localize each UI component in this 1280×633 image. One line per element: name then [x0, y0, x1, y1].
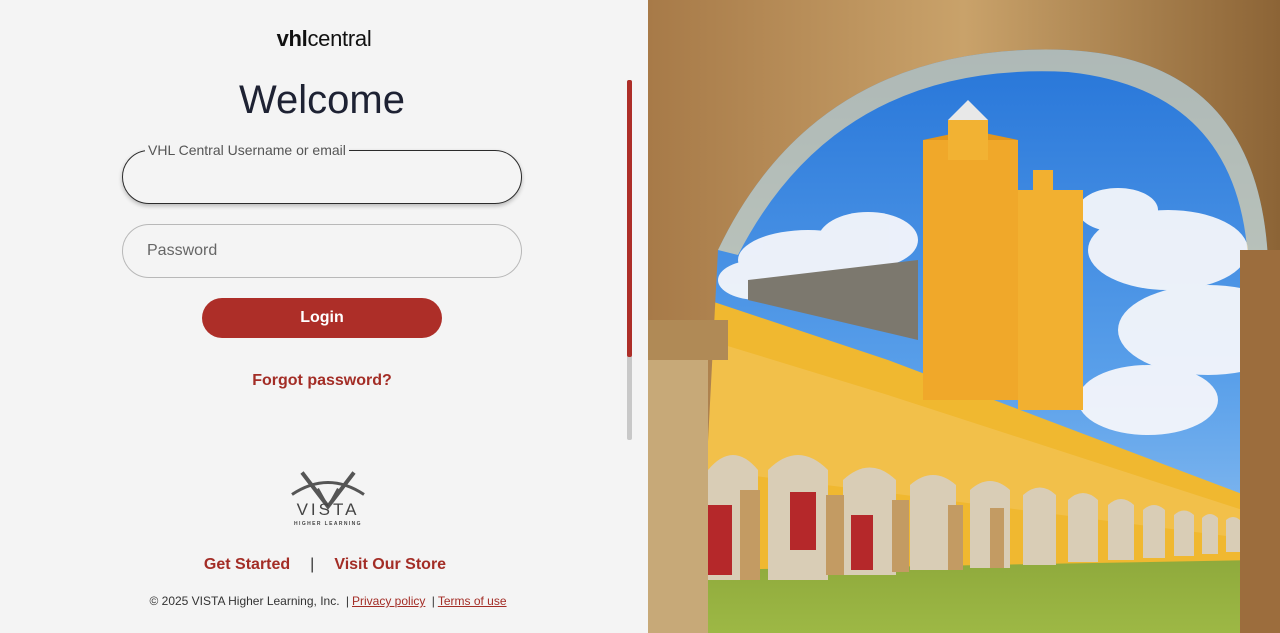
privacy-policy-link[interactable]: Privacy policy	[352, 594, 425, 608]
password-field-wrapper	[122, 224, 522, 278]
link-separator: |	[310, 556, 315, 573]
hero-image	[648, 0, 1280, 633]
username-label: VHL Central Username or email	[145, 142, 349, 158]
get-started-link[interactable]: Get Started	[204, 556, 290, 573]
forgot-password-link[interactable]: Forgot password?	[0, 372, 644, 390]
footer: © 2025 VISTA Higher Learning, Inc. | Priv…	[0, 594, 656, 608]
terms-of-use-link[interactable]: Terms of use	[438, 594, 507, 608]
footer-separator: |	[431, 594, 435, 608]
scrollbar[interactable]	[627, 80, 632, 440]
username-field-wrapper: VHL Central Username or email	[122, 142, 522, 204]
vista-tagline: HIGHER LEARNING	[294, 521, 362, 527]
convent-arch-image	[648, 0, 1280, 633]
username-input[interactable]	[123, 151, 521, 203]
page-title: Welcome	[239, 78, 405, 122]
login-button[interactable]: Login	[202, 298, 442, 338]
visit-store-link[interactable]: Visit Our Store	[334, 556, 446, 573]
vhlcentral-logo: vhlcentral	[276, 26, 372, 51]
copyright-text: © 2025 VISTA Higher Learning, Inc.	[149, 594, 340, 608]
scrollbar-thumb[interactable]	[627, 80, 632, 357]
password-input[interactable]	[123, 225, 521, 277]
footer-separator: |	[345, 594, 349, 608]
bottom-links: Get Started | Visit Our Store	[0, 556, 650, 574]
vista-wordmark: VISTA	[296, 500, 360, 519]
login-panel: vhlcentral Welcome VHL Central Username …	[0, 0, 648, 633]
